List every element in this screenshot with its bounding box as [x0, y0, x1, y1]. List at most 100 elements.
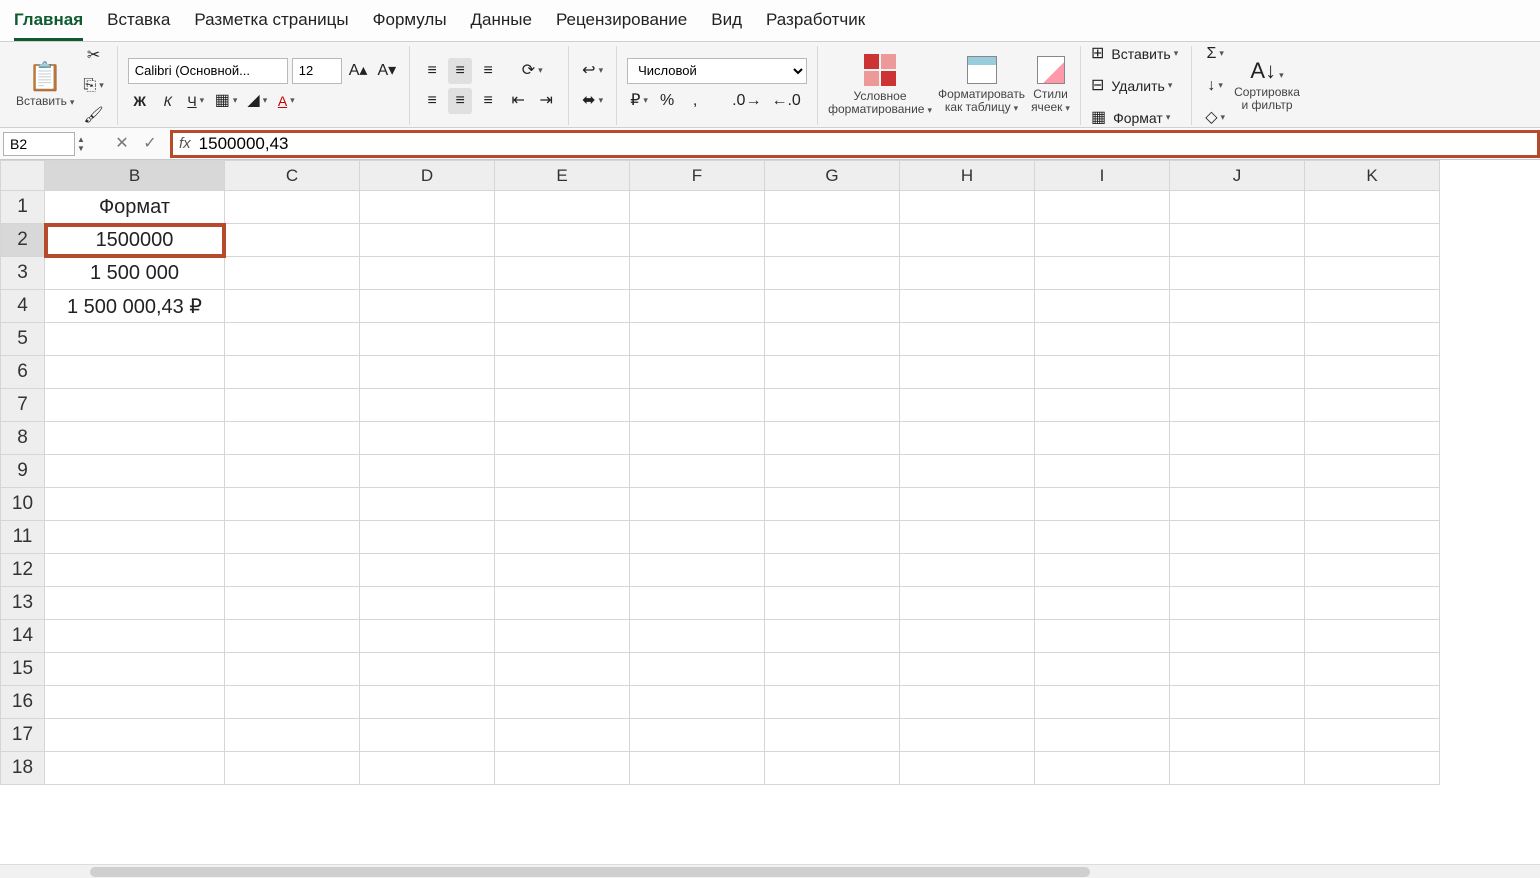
- format-as-table-icon[interactable]: [967, 56, 997, 84]
- cell-J12[interactable]: [1170, 554, 1305, 587]
- cell-I1[interactable]: [1035, 191, 1170, 224]
- cell-E12[interactable]: [495, 554, 630, 587]
- cell-G2[interactable]: [765, 224, 900, 257]
- cell-B5[interactable]: [45, 323, 225, 356]
- cell-B3[interactable]: 1 500 000: [45, 257, 225, 290]
- cell-styles-button[interactable]: Стили ячеек: [1031, 88, 1070, 115]
- cell-H4[interactable]: [900, 290, 1035, 323]
- cell-K11[interactable]: [1305, 521, 1440, 554]
- cell-D14[interactable]: [360, 620, 495, 653]
- cell-E16[interactable]: [495, 686, 630, 719]
- cell-G3[interactable]: [765, 257, 900, 290]
- cell-I18[interactable]: [1035, 752, 1170, 785]
- fill-icon[interactable]: ↓: [1202, 73, 1228, 99]
- cell-E10[interactable]: [495, 488, 630, 521]
- cell-C11[interactable]: [225, 521, 360, 554]
- cell-J14[interactable]: [1170, 620, 1305, 653]
- cell-G9[interactable]: [765, 455, 900, 488]
- cell-G12[interactable]: [765, 554, 900, 587]
- column-header-I[interactable]: I: [1035, 161, 1170, 191]
- cell-I5[interactable]: [1035, 323, 1170, 356]
- cell-F1[interactable]: [630, 191, 765, 224]
- align-right-icon[interactable]: ≡: [476, 88, 500, 114]
- cell-G10[interactable]: [765, 488, 900, 521]
- cell-E13[interactable]: [495, 587, 630, 620]
- row-header-8[interactable]: 8: [1, 422, 45, 455]
- cell-E15[interactable]: [495, 653, 630, 686]
- orientation-icon[interactable]: ⟳: [506, 58, 558, 84]
- cell-E4[interactable]: [495, 290, 630, 323]
- cell-B13[interactable]: [45, 587, 225, 620]
- format-as-table-button[interactable]: Форматировать как таблицу: [938, 88, 1025, 115]
- tab-page-layout[interactable]: Разметка страницы: [194, 4, 348, 41]
- cell-D12[interactable]: [360, 554, 495, 587]
- cell-K3[interactable]: [1305, 257, 1440, 290]
- cell-J7[interactable]: [1170, 389, 1305, 422]
- cell-H11[interactable]: [900, 521, 1035, 554]
- cell-J8[interactable]: [1170, 422, 1305, 455]
- increase-font-icon[interactable]: A▴: [346, 58, 371, 84]
- cell-H5[interactable]: [900, 323, 1035, 356]
- cell-H10[interactable]: [900, 488, 1035, 521]
- cell-F18[interactable]: [630, 752, 765, 785]
- cell-F14[interactable]: [630, 620, 765, 653]
- cell-F5[interactable]: [630, 323, 765, 356]
- cell-I6[interactable]: [1035, 356, 1170, 389]
- row-header-10[interactable]: 10: [1, 488, 45, 521]
- cell-C16[interactable]: [225, 686, 360, 719]
- cell-D8[interactable]: [360, 422, 495, 455]
- cell-J13[interactable]: [1170, 587, 1305, 620]
- row-header-11[interactable]: 11: [1, 521, 45, 554]
- row-header-18[interactable]: 18: [1, 752, 45, 785]
- row-header-17[interactable]: 17: [1, 719, 45, 752]
- cell-G13[interactable]: [765, 587, 900, 620]
- cell-D9[interactable]: [360, 455, 495, 488]
- cell-styles-icon[interactable]: [1037, 56, 1065, 84]
- align-center-icon[interactable]: ≡: [448, 88, 472, 114]
- row-header-5[interactable]: 5: [1, 323, 45, 356]
- cell-I13[interactable]: [1035, 587, 1170, 620]
- cell-H3[interactable]: [900, 257, 1035, 290]
- cell-D6[interactable]: [360, 356, 495, 389]
- cell-B18[interactable]: [45, 752, 225, 785]
- cell-D13[interactable]: [360, 587, 495, 620]
- cell-H1[interactable]: [900, 191, 1035, 224]
- cell-F9[interactable]: [630, 455, 765, 488]
- cell-C1[interactable]: [225, 191, 360, 224]
- cell-K18[interactable]: [1305, 752, 1440, 785]
- border-icon[interactable]: ▦: [212, 88, 241, 114]
- wrap-text-icon[interactable]: ↩: [579, 58, 606, 84]
- cell-J17[interactable]: [1170, 719, 1305, 752]
- cell-E8[interactable]: [495, 422, 630, 455]
- cell-E11[interactable]: [495, 521, 630, 554]
- cell-I11[interactable]: [1035, 521, 1170, 554]
- accounting-format-icon[interactable]: ₽: [627, 88, 651, 114]
- cell-E5[interactable]: [495, 323, 630, 356]
- sort-filter-button[interactable]: Сортировка и фильтр: [1234, 86, 1300, 112]
- cell-K13[interactable]: [1305, 587, 1440, 620]
- format-cells-button[interactable]: Формат: [1110, 105, 1173, 131]
- cell-C12[interactable]: [225, 554, 360, 587]
- column-header-B[interactable]: B: [45, 161, 225, 191]
- cell-K4[interactable]: [1305, 290, 1440, 323]
- number-format-combo[interactable]: Числовой: [627, 58, 807, 84]
- cell-K5[interactable]: [1305, 323, 1440, 356]
- cell-C3[interactable]: [225, 257, 360, 290]
- cell-B8[interactable]: [45, 422, 225, 455]
- cell-C6[interactable]: [225, 356, 360, 389]
- cell-B12[interactable]: [45, 554, 225, 587]
- percent-format-icon[interactable]: %: [655, 88, 679, 114]
- row-header-6[interactable]: 6: [1, 356, 45, 389]
- cell-C15[interactable]: [225, 653, 360, 686]
- cell-I15[interactable]: [1035, 653, 1170, 686]
- row-header-15[interactable]: 15: [1, 653, 45, 686]
- cell-D4[interactable]: [360, 290, 495, 323]
- cell-E7[interactable]: [495, 389, 630, 422]
- cell-F16[interactable]: [630, 686, 765, 719]
- cell-G1[interactable]: [765, 191, 900, 224]
- grid[interactable]: BCDEFGHIJK1Формат2150000031 500 00041 50…: [0, 160, 1540, 864]
- row-header-2[interactable]: 2: [1, 224, 45, 257]
- cell-H18[interactable]: [900, 752, 1035, 785]
- tab-formulas[interactable]: Формулы: [373, 4, 447, 41]
- cell-H9[interactable]: [900, 455, 1035, 488]
